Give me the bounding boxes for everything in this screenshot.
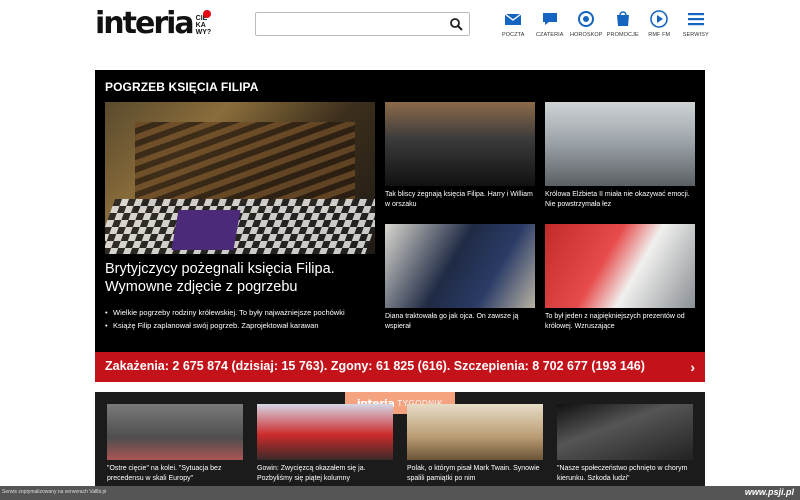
card-caption: Polak, o którym pisał Mark Twain. Synowi… bbox=[407, 465, 540, 482]
news-thumb[interactable]: Królowa Elżbieta II miała nie okazywać e… bbox=[545, 102, 695, 209]
thumb-caption: To był jeden z najpiękniejszych prezentó… bbox=[545, 313, 685, 330]
nav-czateria[interactable]: CZATERIA bbox=[532, 10, 569, 38]
nav-horoskop[interactable]: HOROSKOP bbox=[568, 10, 605, 38]
hero-headline[interactable]: Brytyjczycy pożegnali księcia Filipa. Wy… bbox=[105, 260, 375, 296]
nav-serwisy[interactable]: SERWISY bbox=[678, 10, 715, 38]
search-icon[interactable] bbox=[449, 17, 463, 31]
thumb-caption: Tak bliscy żegnają księcia Filipa. Harry… bbox=[385, 191, 533, 208]
chevron-right-icon[interactable]: › bbox=[690, 359, 695, 375]
card-image bbox=[407, 404, 543, 460]
hero-coffin bbox=[171, 210, 241, 250]
nav-label: CZATERIA bbox=[535, 32, 564, 38]
menu-icon bbox=[687, 13, 704, 26]
hero-related-list: Wielkie pogrzeby rodziny królewskiej. To… bbox=[105, 306, 375, 332]
thumb-caption: Królowa Elżbieta II miała nie okazywać e… bbox=[545, 191, 690, 208]
news-thumb[interactable]: Tak bliscy żegnają księcia Filipa. Harry… bbox=[385, 102, 535, 209]
thumb-image bbox=[545, 102, 695, 186]
main-news-box: POGRZEB KSIĘCIA FILIPA Brytyjczycy pożeg… bbox=[95, 70, 705, 382]
section-title[interactable]: POGRZEB KSIĘCIA FILIPA bbox=[105, 80, 259, 94]
covid-stats-bar[interactable]: Zakażenia: 2 675 874 (dzisiaj: 15 763). … bbox=[95, 352, 705, 382]
hero-floor bbox=[105, 199, 375, 254]
nav-label: PROMOCJE bbox=[606, 32, 639, 38]
hero-image[interactable] bbox=[105, 102, 375, 254]
nav-rmf-fm[interactable]: RMF FM bbox=[641, 10, 678, 38]
promotions-icon bbox=[616, 11, 629, 26]
card-caption: Gowin: Zwycięzcą okazałem się ja. Pozbyl… bbox=[257, 465, 366, 482]
mail-icon bbox=[504, 13, 522, 25]
play-icon bbox=[650, 10, 669, 28]
news-thumb[interactable]: To był jeden z najpiękniejszych prezentó… bbox=[545, 224, 695, 331]
horoscope-icon bbox=[578, 11, 595, 27]
covid-stats-text: Zakażenia: 2 675 874 (dzisiaj: 15 763). … bbox=[105, 359, 645, 373]
tygodnik-card[interactable]: Gowin: Zwycięzcą okazałem się ja. Pozbyl… bbox=[257, 404, 393, 483]
tygodnik-section: interia TYGODNIK "Ostre cięcie" na kolei… bbox=[95, 392, 705, 500]
tygodnik-card[interactable]: "Nasze społeczeństwo pchnięto w chorym k… bbox=[557, 404, 693, 483]
search-input[interactable] bbox=[256, 13, 436, 35]
card-image bbox=[107, 404, 243, 460]
card-caption: "Nasze społeczeństwo pchnięto w chorym k… bbox=[557, 465, 688, 482]
interia-logo[interactable]: interia CIE KA WY? bbox=[95, 6, 218, 41]
nav-label: RMF FM bbox=[648, 32, 671, 38]
page: interia CIE KA WY? POCZTA CZATERIA HOROS… bbox=[0, 0, 800, 500]
nav-promocje[interactable]: PROMOCJE bbox=[605, 10, 642, 38]
top-nav: POCZTA CZATERIA HOROSKOP PROMOCJE RMF FM… bbox=[495, 10, 714, 38]
card-image bbox=[257, 404, 393, 460]
search-box bbox=[255, 12, 470, 36]
tygodnik-card[interactable]: "Ostre cięcie" na kolei. "Sytuacja bez p… bbox=[107, 404, 243, 483]
nav-poczta[interactable]: POCZTA bbox=[495, 10, 532, 38]
thumb-caption: Diana traktowała go jak ojca. On zawsze … bbox=[385, 313, 519, 330]
thumb-image bbox=[385, 102, 535, 186]
nav-label: HOROSKOP bbox=[569, 32, 603, 38]
nav-label: POCZTA bbox=[502, 32, 525, 38]
tygodnik-card[interactable]: Polak, o którym pisał Mark Twain. Synowi… bbox=[407, 404, 543, 483]
card-caption: "Ostre cięcie" na kolei. "Sytuacja bez p… bbox=[107, 465, 222, 482]
card-image bbox=[557, 404, 693, 460]
logo-dot bbox=[203, 10, 211, 18]
footer-strip: Serwis zoptymalizowany na serwerach Vall… bbox=[0, 486, 800, 500]
related-link[interactable]: Książę Filip zaplanował swój pogrzeb. Za… bbox=[105, 319, 375, 332]
nav-label: SERWISY bbox=[682, 32, 709, 38]
chat-icon bbox=[542, 13, 557, 25]
footer-note: Serwis zoptymalizowany na serwerach Vall… bbox=[2, 489, 107, 495]
thumb-image bbox=[385, 224, 535, 308]
logo-word: interia bbox=[95, 6, 195, 41]
news-thumb[interactable]: Diana traktowała go jak ojca. On zawsze … bbox=[385, 224, 535, 331]
related-link[interactable]: Wielkie pogrzeby rodziny królewskiej. To… bbox=[105, 306, 375, 319]
footer-watermark: www.psji.pl bbox=[744, 487, 794, 497]
thumb-image bbox=[545, 224, 695, 308]
